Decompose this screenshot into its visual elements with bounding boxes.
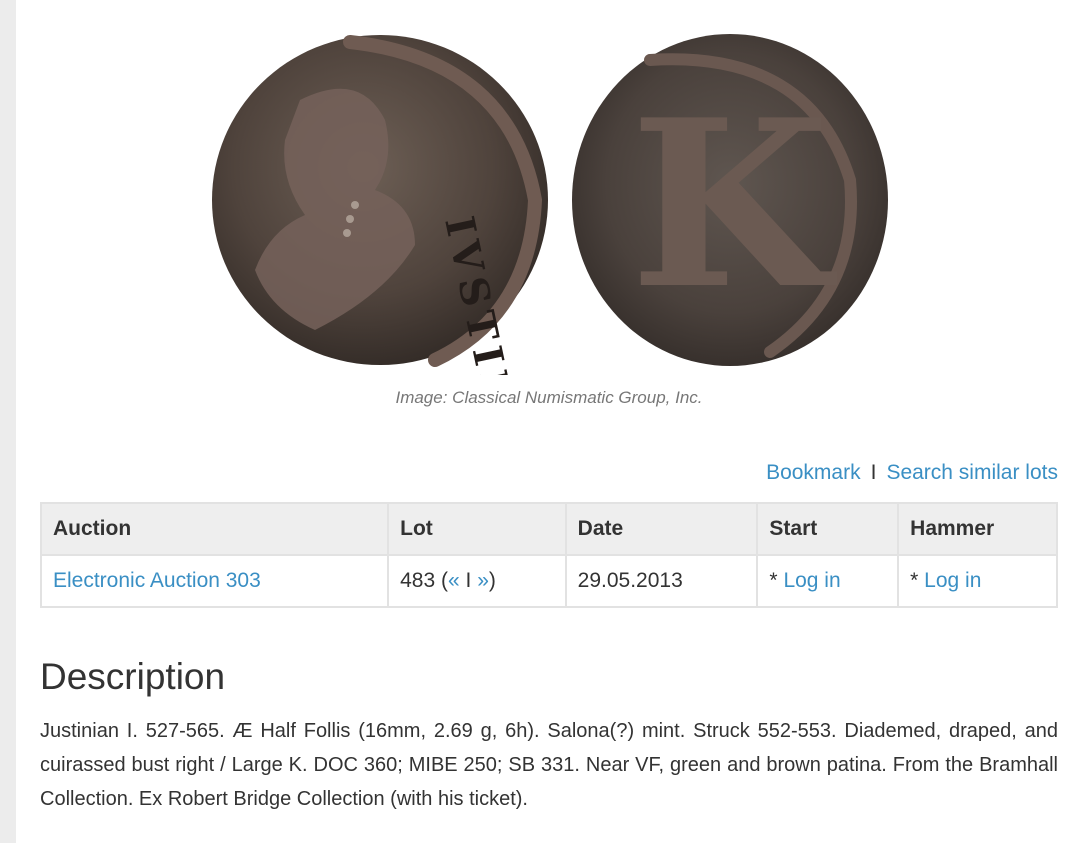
cell-date: 29.05.2013 bbox=[564, 554, 759, 608]
header-lot: Lot bbox=[387, 502, 567, 556]
cell-lot: 483 (« I ») bbox=[387, 554, 567, 608]
search-similar-link[interactable]: Search similar lots bbox=[886, 461, 1058, 484]
coin-reverse: K bbox=[572, 34, 888, 366]
hammer-login-link[interactable]: Log in bbox=[924, 569, 981, 592]
coin-reverse-letter: K bbox=[630, 70, 837, 340]
lot-actions: Bookmark I Search similar lots bbox=[766, 461, 1058, 485]
coin-image[interactable]: IVSTINIAN K bbox=[210, 30, 890, 375]
header-auction: Auction bbox=[39, 502, 390, 556]
start-login-link[interactable]: Log in bbox=[783, 569, 840, 592]
auction-link[interactable]: Electronic Auction 303 bbox=[53, 569, 261, 592]
hammer-asterisk: * bbox=[910, 569, 925, 592]
description-heading: Description bbox=[40, 656, 226, 697]
cell-hammer: * Log in bbox=[897, 554, 1058, 608]
header-start: Start bbox=[756, 502, 900, 556]
image-caption: Image: Classical Numismatic Group, Inc. bbox=[395, 388, 703, 407]
lot-nav-separator: I bbox=[465, 569, 472, 592]
header-hammer: Hammer bbox=[897, 502, 1058, 556]
left-gutter bbox=[0, 0, 16, 843]
bookmark-link[interactable]: Bookmark bbox=[766, 461, 861, 484]
coin-obverse: IVSTINIAN bbox=[212, 35, 548, 375]
cell-start: * Log in bbox=[756, 554, 900, 608]
lot-table: Auction Lot Date Start Hammer Electronic… bbox=[39, 502, 1058, 608]
lot-number: 483 bbox=[400, 569, 436, 592]
description-text: Justinian I. 527-565. Æ Half Follis (16m… bbox=[40, 720, 1058, 810]
table-header-row: Auction Lot Date Start Hammer bbox=[39, 502, 1058, 556]
next-lot-link[interactable]: » bbox=[477, 569, 489, 592]
actions-separator: I bbox=[870, 461, 877, 484]
start-asterisk: * bbox=[769, 569, 784, 592]
lot-close-paren: ) bbox=[488, 569, 496, 592]
previous-lot-link[interactable]: « bbox=[448, 569, 460, 592]
header-date: Date bbox=[564, 502, 759, 556]
table-row: Electronic Auction 303 483 (« I ») 29.05… bbox=[39, 554, 1058, 608]
lot-open-paren: ( bbox=[441, 569, 449, 592]
cell-auction: Electronic Auction 303 bbox=[39, 554, 390, 608]
